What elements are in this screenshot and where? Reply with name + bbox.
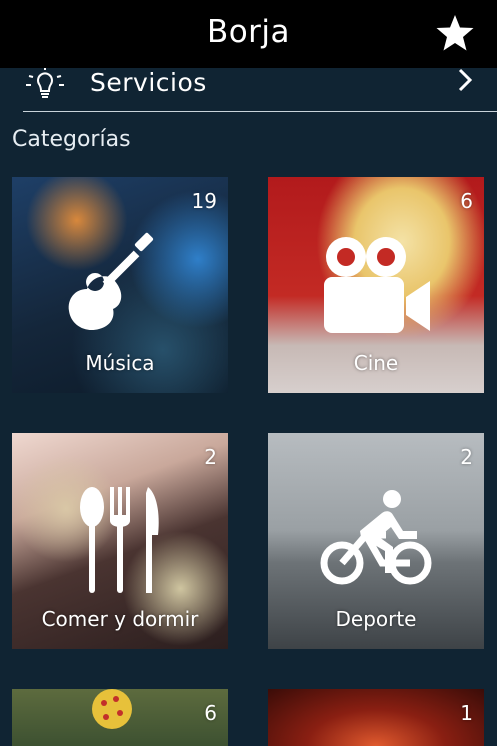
category-tile[interactable]: 6: [12, 689, 228, 746]
services-label: Servicios: [90, 68, 207, 97]
category-name: Deporte: [335, 607, 417, 631]
category-count: 19: [191, 189, 217, 213]
guitar-icon: [68, 232, 154, 331]
category-image: [268, 689, 484, 746]
category-name: Comer y dormir: [41, 607, 199, 631]
categories-title: Categorías: [12, 127, 131, 152]
category-count: 6: [460, 189, 473, 213]
chevron-right-icon[interactable]: [455, 67, 477, 93]
category-count: 1: [460, 701, 473, 725]
category-count: 6: [204, 701, 217, 725]
top-bar: Borja: [0, 0, 497, 68]
balloon-image: [92, 689, 132, 729]
category-count: 2: [460, 445, 473, 469]
bicycle-icon: [320, 490, 432, 585]
category-tile-musica[interactable]: 19 Música: [12, 177, 228, 393]
category-tile-comer-y-dormir[interactable]: 2 Comer y dormir: [12, 433, 228, 649]
star-icon[interactable]: [435, 13, 475, 53]
services-row[interactable]: Servicios: [23, 64, 497, 112]
utensils-icon: [80, 487, 159, 593]
category-name: Cine: [353, 351, 399, 375]
category-tile[interactable]: 1: [268, 689, 484, 746]
lightbulb-icon: [26, 66, 64, 98]
video-camera-icon: [324, 237, 430, 333]
category-name: Música: [85, 351, 155, 375]
category-count: 2: [204, 445, 217, 469]
category-tile-cine[interactable]: 6 Cine: [268, 177, 484, 393]
page-title: Borja: [206, 14, 291, 50]
category-tile-deporte[interactable]: 2 Deporte: [268, 433, 484, 649]
